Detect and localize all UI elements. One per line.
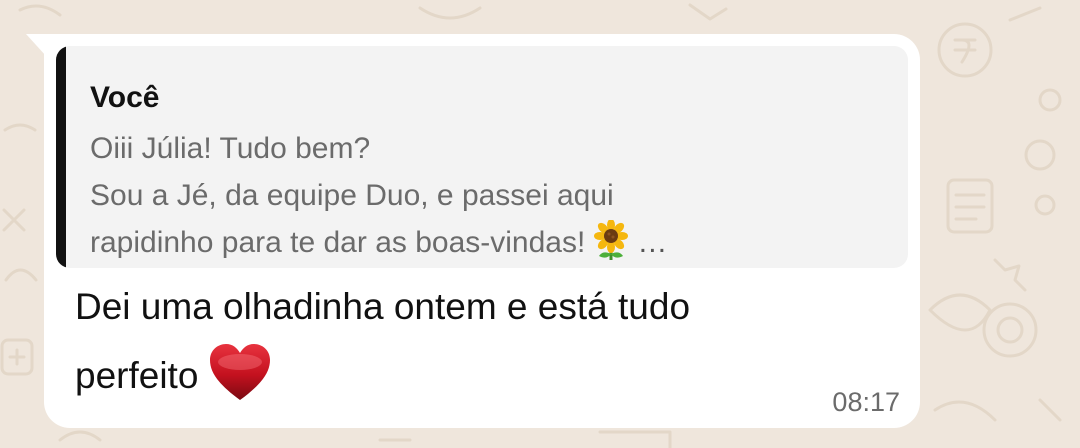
message-text-line: Dei uma olhadinha ontem e está tudo (75, 286, 691, 327)
quoted-text-line: Oiii Júlia! Tudo bem? (90, 132, 371, 165)
message-timestamp: 08:17 (832, 387, 900, 417)
quoted-author: Você (90, 81, 160, 114)
quoted-text-line: rapidinho para te dar as boas-vindas! … (90, 220, 667, 266)
message-text-line: perfeito (75, 342, 272, 403)
red-heart-icon (210, 344, 271, 400)
message-text-line-content: perfeito (75, 355, 199, 396)
quote-accent-bar (56, 46, 66, 268)
bubble-tail (26, 34, 46, 56)
sunflower-icon (594, 220, 629, 260)
quoted-text-line-content: rapidinho para te dar as boas-vindas! (90, 226, 586, 259)
quoted-text-line: Sou a Jé, da equipe Duo, e passei aqui (90, 179, 614, 212)
message-bubble[interactable]: Você Oiii Júlia! Tudo bem? Sou a Jé, da … (44, 34, 920, 428)
truncation-ellipsis: … (637, 226, 668, 259)
quoted-reply[interactable]: Você Oiii Júlia! Tudo bem? Sou a Jé, da … (56, 46, 908, 268)
